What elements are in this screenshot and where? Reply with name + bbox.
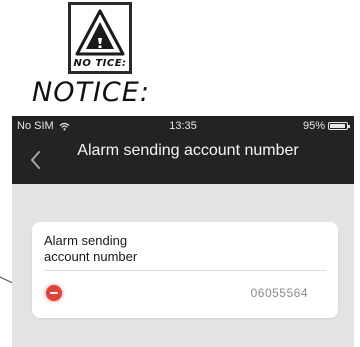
back-button[interactable]	[24, 146, 48, 174]
card-title-line1: Alarm sending	[44, 233, 128, 248]
card-title-line2: account number	[44, 249, 138, 264]
nav-bar: Alarm sending account number	[12, 136, 354, 184]
battery-icon	[328, 122, 350, 130]
card-title: Alarm sending account number	[44, 233, 137, 265]
notice-heading: NOTICE:	[32, 77, 150, 108]
notice-icon-caption: NO TICE:	[73, 58, 127, 69]
phone-screen: No SIM 13:35 95% Alarm sending account n…	[12, 116, 354, 347]
account-number-card: Alarm sending account number 06055564	[32, 222, 338, 318]
card-divider	[44, 270, 326, 271]
chevron-left-icon	[31, 151, 40, 169]
page-title: Alarm sending account number	[77, 142, 299, 159]
delete-account-button[interactable]	[46, 285, 62, 301]
triangle-warning-icon	[75, 9, 125, 56]
status-bar: No SIM 13:35 95%	[12, 116, 354, 136]
account-number-value[interactable]: 06055564	[251, 286, 308, 300]
notice-warning-icon: NO TICE:	[68, 2, 132, 74]
status-battery-group: 95%	[302, 120, 350, 132]
battery-percent: 95%	[302, 120, 325, 132]
